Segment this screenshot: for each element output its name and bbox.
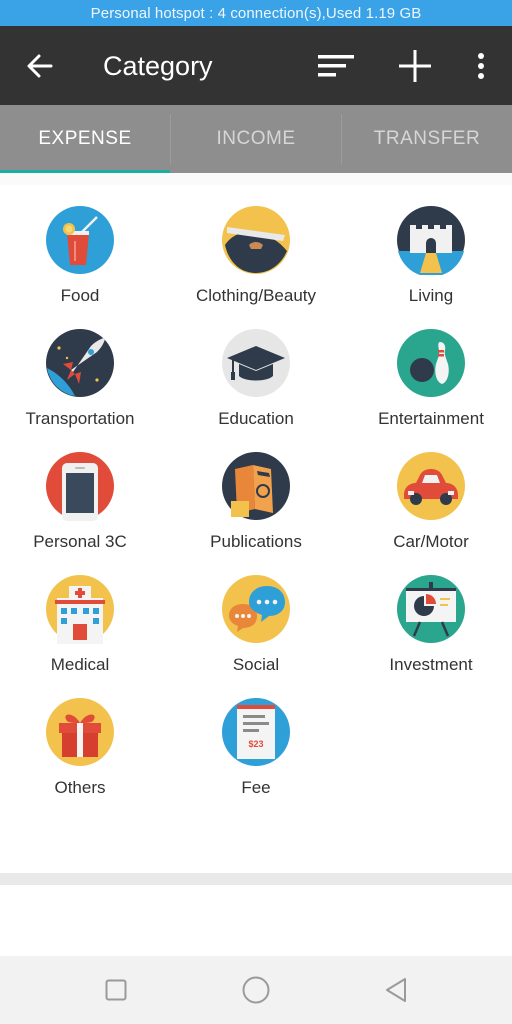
category-label: Investment [389, 655, 473, 674]
category-label: Medical [50, 655, 110, 674]
category-label: Clothing/Beauty [195, 286, 317, 305]
back-button[interactable] [18, 48, 62, 84]
category-tabs: EXPENSE INCOME TRANSFER [0, 105, 512, 173]
category-food[interactable]: Food [0, 205, 165, 315]
category-transportation[interactable]: Transportation [0, 328, 165, 438]
category-label: Publications [210, 532, 302, 551]
recents-button[interactable] [96, 970, 136, 1010]
others-icon [46, 698, 114, 766]
category-investment[interactable]: Investment [346, 574, 512, 684]
category-label: Transportation [25, 409, 135, 428]
more-options-button[interactable] [464, 46, 498, 86]
category-clothing-beauty[interactable]: Clothing/Beauty [171, 205, 341, 315]
sort-button[interactable] [312, 48, 360, 84]
transportation-icon [46, 329, 114, 397]
category-label: Personal 3C [33, 532, 127, 551]
category-car-motor[interactable]: Car/Motor [346, 451, 512, 561]
square-icon [105, 979, 127, 1001]
app-bar: Category [0, 26, 512, 105]
divider [0, 873, 512, 885]
category-label: Food [60, 286, 100, 305]
system-nav-bar [0, 956, 512, 1024]
category-medical[interactable]: Medical [0, 574, 165, 684]
category-label: Car/Motor [393, 532, 469, 551]
category-education[interactable]: Education [171, 328, 341, 438]
category-label: Others [54, 778, 106, 797]
category-label: Education [218, 409, 294, 428]
category-label: Social [232, 655, 280, 674]
investment-icon [397, 575, 465, 643]
fee-icon: $23 [222, 698, 290, 766]
entertainment-icon [397, 329, 465, 397]
add-category-button[interactable] [392, 46, 438, 86]
tab-expense[interactable]: EXPENSE [0, 105, 170, 173]
publications-icon [222, 452, 290, 520]
food-icon [46, 206, 114, 274]
category-grid-area: Food Clothing/Beauty Living Transportati… [0, 173, 512, 873]
back-nav-button[interactable] [376, 970, 416, 1010]
category-label: Entertainment [378, 409, 484, 428]
category-living[interactable]: Living [346, 205, 512, 315]
category-social[interactable]: Social [171, 574, 341, 684]
status-bar: Personal hotspot : 4 connection(s),Used … [0, 0, 512, 26]
category-fee[interactable]: $23 Fee [171, 697, 341, 807]
category-grid: Food Clothing/Beauty Living Transportati… [0, 185, 512, 873]
tab-income[interactable]: INCOME [171, 105, 341, 173]
sort-icon [318, 55, 354, 77]
page-title: Category [103, 51, 213, 81]
car-motor-icon [397, 452, 465, 520]
category-label: Living [408, 286, 454, 305]
plus-icon [399, 50, 431, 82]
medical-icon [46, 575, 114, 644]
personal-3c-icon [46, 452, 114, 521]
category-publications[interactable]: Publications [171, 451, 341, 561]
tab-transfer[interactable]: TRANSFER [342, 105, 512, 173]
back-arrow-icon [27, 54, 53, 78]
education-icon [222, 329, 290, 397]
category-others[interactable]: Others [0, 697, 165, 807]
triangle-back-icon [386, 978, 406, 1002]
category-entertainment[interactable]: Entertainment [346, 328, 512, 438]
home-button[interactable] [236, 970, 276, 1010]
circle-icon [242, 976, 270, 1004]
more-vertical-icon [478, 53, 484, 79]
social-icon [222, 575, 290, 643]
category-label: Fee [241, 778, 271, 797]
living-icon [397, 206, 465, 275]
fee-amount: $23 [248, 739, 263, 749]
category-personal-3c[interactable]: Personal 3C [0, 451, 165, 561]
clothing-beauty-icon [222, 206, 290, 274]
